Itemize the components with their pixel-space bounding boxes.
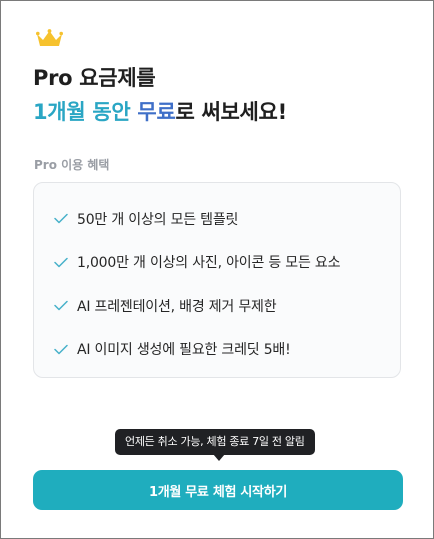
trial-info-tooltip: 언제든 취소 가능, 체험 종료 7일 전 알림 (115, 429, 315, 455)
headline: Pro 요금제를 1개월 동안 무료로 써보세요! (33, 61, 287, 129)
headline-rest: 로 써보세요! (175, 100, 287, 124)
benefit-text: AI 이미지 생성에 필요한 크레딧 5배! (77, 342, 291, 359)
benefits-list: 50만 개 이상의 모든 템플릿 1,000만 개 이상의 사진, 아이콘 등 … (33, 182, 401, 378)
benefit-item: 50만 개 이상의 모든 템플릿 (34, 197, 400, 241)
benefit-item: AI 이미지 생성에 필요한 크레딧 5배! (34, 328, 400, 372)
check-icon (54, 344, 68, 354)
benefit-item: AI 프레젠테이션, 배경 제거 무제한 (34, 284, 400, 328)
headline-accent-free: 무료 (137, 100, 176, 124)
headline-line1: Pro 요금제를 (33, 66, 156, 90)
benefits-label: Pro 이용 혜택 (34, 158, 110, 172)
check-icon (54, 214, 68, 224)
pro-trial-modal: Pro 요금제를 1개월 동안 무료로 써보세요! Pro 이용 혜택 50만 … (0, 0, 434, 539)
tooltip-arrow (213, 454, 225, 461)
start-free-trial-button[interactable]: 1개월 무료 체험 시작하기 (33, 470, 403, 510)
benefit-text: AI 프레젠테이션, 배경 제거 무제한 (77, 298, 277, 315)
check-icon (54, 257, 68, 267)
check-icon (54, 301, 68, 311)
headline-line2: 1개월 동안 무료로 써보세요! (33, 95, 287, 129)
crown-icon (36, 29, 63, 46)
benefit-item: 1,000만 개 이상의 사진, 아이콘 등 모든 요소 (34, 241, 400, 285)
benefit-text: 50만 개 이상의 모든 템플릿 (77, 211, 239, 228)
headline-accent-duration: 1개월 동안 (33, 100, 131, 124)
benefit-text: 1,000만 개 이상의 사진, 아이콘 등 모든 요소 (77, 255, 341, 272)
